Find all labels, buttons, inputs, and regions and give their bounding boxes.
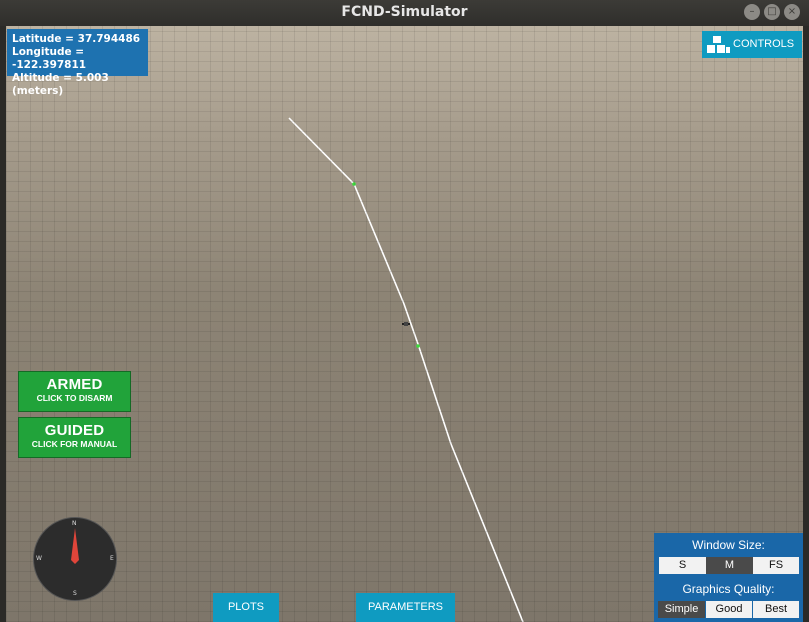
boxes-icon bbox=[707, 36, 730, 53]
graphics-quality-label: Graphics Quality: bbox=[682, 582, 775, 596]
controls-label: CONTROLS bbox=[733, 38, 795, 50]
compass-widget: N S E W bbox=[33, 517, 117, 601]
mode-status-label: GUIDED bbox=[44, 422, 105, 439]
mode-hint-label: CLICK FOR MANUAL bbox=[31, 439, 118, 449]
flight-path-line bbox=[288, 117, 524, 622]
window-size-label: Window Size: bbox=[692, 538, 765, 552]
settings-panel: Window Size: S M FS Graphics Quality: Si… bbox=[654, 533, 803, 622]
graphics-best-button[interactable]: Best bbox=[753, 601, 799, 618]
window-title: FCND-Simulator bbox=[341, 4, 468, 20]
minimize-button[interactable]: – bbox=[744, 4, 760, 20]
compass-needle-icon bbox=[71, 528, 79, 564]
window-size-medium-button[interactable]: M bbox=[706, 557, 753, 574]
window-size-fullscreen-button[interactable]: FS bbox=[753, 557, 799, 574]
arm-status-label: ARMED bbox=[46, 376, 103, 393]
window-titlebar: FCND-Simulator – □ × bbox=[0, 0, 809, 26]
graphics-simple-button[interactable]: Simple bbox=[658, 601, 705, 618]
parameters-button[interactable]: PARAMETERS bbox=[356, 593, 455, 622]
arm-toggle-button[interactable]: ARMED CLICK TO DISARM bbox=[18, 371, 131, 412]
drone-icon bbox=[402, 322, 410, 326]
graphics-good-button[interactable]: Good bbox=[706, 601, 752, 618]
longitude-text: Longitude = -122.397811 bbox=[12, 46, 87, 71]
altitude-text: Altitude = 5.003 (meters) bbox=[12, 72, 109, 97]
mode-toggle-button[interactable]: GUIDED CLICK FOR MANUAL bbox=[18, 417, 131, 458]
controls-button[interactable]: CONTROLS bbox=[702, 31, 802, 58]
telemetry-readout: Latitude = 37.794486 Longitude = -122.39… bbox=[7, 29, 148, 97]
plots-button[interactable]: PLOTS bbox=[213, 593, 279, 622]
close-button[interactable]: × bbox=[784, 4, 800, 20]
arm-hint-label: CLICK TO DISARM bbox=[36, 393, 113, 403]
maximize-button[interactable]: □ bbox=[764, 4, 780, 20]
latitude-text: Latitude = 37.794486 bbox=[12, 33, 141, 45]
window-border-right bbox=[803, 26, 809, 622]
window-size-small-button[interactable]: S bbox=[659, 557, 706, 574]
waypoint-marker bbox=[352, 182, 356, 186]
waypoint-marker bbox=[416, 344, 420, 348]
